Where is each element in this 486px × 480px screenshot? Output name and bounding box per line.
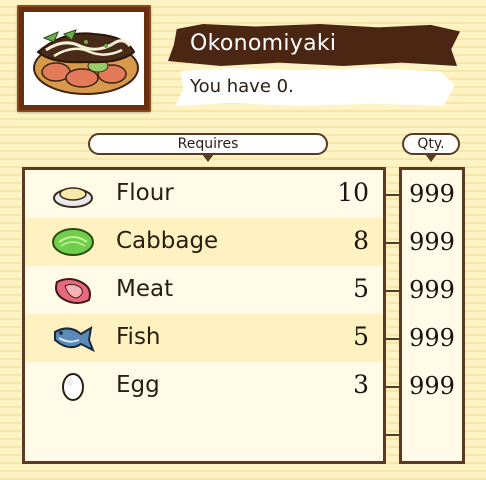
okonomiyaki-icon bbox=[33, 29, 139, 95]
ingredient-name: Meat bbox=[116, 276, 174, 302]
ingredient-name: Cabbage bbox=[116, 228, 219, 254]
qty-cell-flour: 999 bbox=[402, 170, 462, 218]
row-connector bbox=[383, 194, 399, 196]
ingredient-row-flour: Flour 10 bbox=[25, 170, 383, 218]
qty-value: 999 bbox=[409, 324, 455, 352]
row-connector bbox=[383, 386, 399, 388]
ingredient-name: Fish bbox=[116, 324, 161, 350]
qty-header: Qty. bbox=[402, 133, 460, 162]
ingredient-row-egg: Egg 3 bbox=[25, 362, 383, 410]
qty-cell-cabbage: 999 bbox=[402, 218, 462, 266]
ingredient-required: 3 bbox=[353, 370, 369, 399]
ingredient-row-fish: Fish 5 bbox=[25, 314, 383, 362]
qty-value: 999 bbox=[409, 276, 455, 304]
row-connector bbox=[383, 290, 399, 292]
ingredient-required: 10 bbox=[337, 178, 369, 207]
ingredient-row-meat: Meat 5 bbox=[25, 266, 383, 314]
ingredient-required: 5 bbox=[353, 322, 369, 351]
ingredient-row-cabbage: Cabbage 8 bbox=[25, 218, 383, 266]
fish-icon bbox=[54, 326, 95, 353]
item-name: Okonomiyaki bbox=[190, 31, 337, 56]
item-portrait-frame bbox=[17, 5, 151, 112]
owned-count: You have 0. bbox=[190, 76, 294, 97]
ingredient-name: Egg bbox=[116, 372, 160, 398]
qty-cell-egg: 999 bbox=[402, 362, 462, 410]
egg-icon bbox=[62, 373, 84, 401]
row-connector bbox=[383, 242, 399, 244]
requirements-list: Flour 10 Cabbage 8 Meat 5 Fish 5 Egg 3 bbox=[22, 167, 386, 464]
row-connector bbox=[383, 338, 399, 340]
qty-value: 999 bbox=[409, 372, 455, 400]
ingredient-required: 8 bbox=[353, 226, 369, 255]
qty-value: 999 bbox=[409, 180, 455, 208]
qty-cell-fish: 999 bbox=[402, 314, 462, 362]
cabbage-icon bbox=[52, 228, 94, 256]
row-connector bbox=[383, 434, 399, 436]
flour-icon bbox=[53, 187, 93, 208]
ingredient-required: 5 bbox=[353, 274, 369, 303]
item-portrait bbox=[24, 12, 144, 105]
meat-icon bbox=[55, 278, 91, 304]
quantity-list: 999 999 999 999 999 bbox=[399, 167, 465, 464]
ingredient-name: Flour bbox=[116, 180, 174, 206]
qty-cell-meat: 999 bbox=[402, 266, 462, 314]
qty-value: 999 bbox=[409, 228, 455, 256]
requires-header: Requires bbox=[88, 133, 328, 162]
